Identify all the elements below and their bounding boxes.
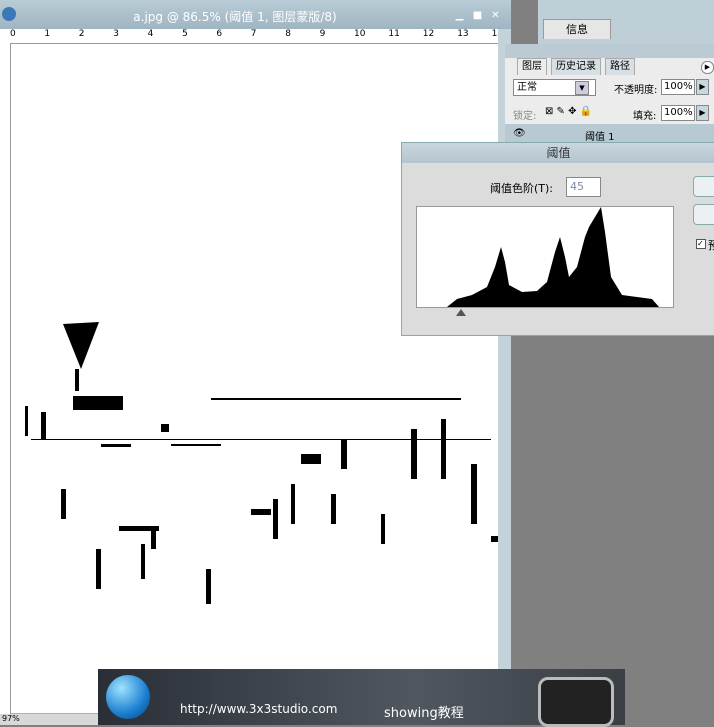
chevron-down-icon[interactable]: ▼ — [575, 81, 589, 95]
zoom-readout: 97% — [2, 714, 20, 723]
fill-field[interactable]: 100% — [661, 105, 695, 121]
opacity-arrow-icon[interactable]: ▶ — [696, 79, 709, 95]
vertical-ruler — [0, 43, 11, 715]
minimize-icon[interactable]: ▁ — [454, 10, 465, 21]
lock-icons[interactable]: ⊠ ✎ ✥ 🔒 — [545, 106, 592, 117]
ruler-tick-label: 12 — [422, 29, 435, 39]
document-titlebar[interactable]: a.jpg @ 86.5% (阈值 1, 图层蒙版/8) ▁ ■ ✕ — [0, 0, 511, 29]
maximize-icon[interactable]: ■ — [472, 10, 483, 21]
layers-panel: 图层 历史记录 路径 ▶ 正常 ▼ 不透明度: 100% ▶ 锁定: ⊠ ✎ ✥… — [505, 44, 714, 144]
image-sign-shape — [63, 322, 99, 369]
eye-icon[interactable]: 👁 — [513, 128, 526, 139]
threshold-level-label: 阈值色阶(T): — [490, 182, 554, 195]
tab-layers[interactable]: 图层 — [517, 58, 547, 75]
histogram-graph — [447, 207, 659, 307]
watermark-banner: http://www.3x3studio.com showing教程 — [98, 669, 625, 727]
preview-checkbox[interactable]: ✓ — [696, 239, 706, 249]
preview-label: 预 — [708, 239, 714, 252]
layer-row[interactable]: 👁 阈值 1 — [505, 124, 714, 144]
opacity-field[interactable]: 100% — [661, 79, 695, 95]
fill-arrow-icon[interactable]: ▶ — [696, 105, 709, 121]
layer-name: 阈值 1 — [585, 132, 615, 143]
threshold-slider-thumb[interactable] — [456, 309, 466, 316]
ruler-tick-label: 0 — [10, 29, 16, 39]
ruler-tick-label: 6 — [216, 29, 223, 39]
lock-label: 锁定: — [513, 111, 537, 122]
tab-info[interactable]: 信息 — [543, 19, 611, 39]
ruler-tick-label: 3 — [113, 29, 119, 39]
ruler-tick-label: 4 — [147, 29, 154, 39]
opacity-label: 不透明度: — [614, 85, 658, 96]
horizontal-ruler: 01234567891011121314 — [0, 29, 498, 44]
tab-history[interactable]: 历史记录 — [551, 58, 601, 75]
banner-brand: showing教程 — [384, 706, 464, 721]
image-roof-fragment — [73, 396, 123, 410]
ruler-tick-label: 5 — [182, 29, 188, 39]
fill-label: 填充: — [633, 111, 657, 122]
cube-logo-icon — [538, 677, 614, 727]
document-window: a.jpg @ 86.5% (阈值 1, 图层蒙版/8) ▁ ■ ✕ 01234… — [0, 0, 511, 725]
close-icon[interactable]: ✕ — [490, 10, 501, 21]
ruler-tick-label: 13 — [457, 29, 469, 39]
ruler-tick-label: 7 — [250, 29, 257, 39]
histogram — [416, 206, 674, 308]
banner-url: http://www.3x3studio.com — [180, 702, 338, 716]
threshold-level-input[interactable]: 45 — [566, 177, 601, 197]
image-pole-shape — [75, 369, 79, 391]
studio-logo-icon — [106, 675, 150, 719]
panel-menu-icon[interactable]: ▶ — [701, 61, 714, 74]
dialog-title: 阈值 — [402, 143, 714, 163]
layers-panel-header — [505, 44, 714, 58]
ruler-tick-label: 1 — [44, 29, 51, 39]
ruler-tick-label: 8 — [285, 29, 291, 39]
tab-paths[interactable]: 路径 — [605, 58, 635, 75]
ruler-tick-label: 9 — [319, 29, 326, 39]
ruler-tick-label: 11 — [388, 29, 400, 39]
threshold-dialog: 阈值 阈值色阶(T): 45 ✓ 预 — [401, 142, 714, 336]
ruler-tick-label: 10 — [354, 29, 366, 39]
document-title: a.jpg @ 86.5% (阈值 1, 图层蒙版/8) — [133, 10, 337, 24]
ok-button[interactable] — [693, 176, 714, 197]
histogram-shape — [447, 207, 659, 307]
ruler-tick-label: 2 — [78, 29, 85, 39]
cancel-button[interactable] — [693, 204, 714, 225]
